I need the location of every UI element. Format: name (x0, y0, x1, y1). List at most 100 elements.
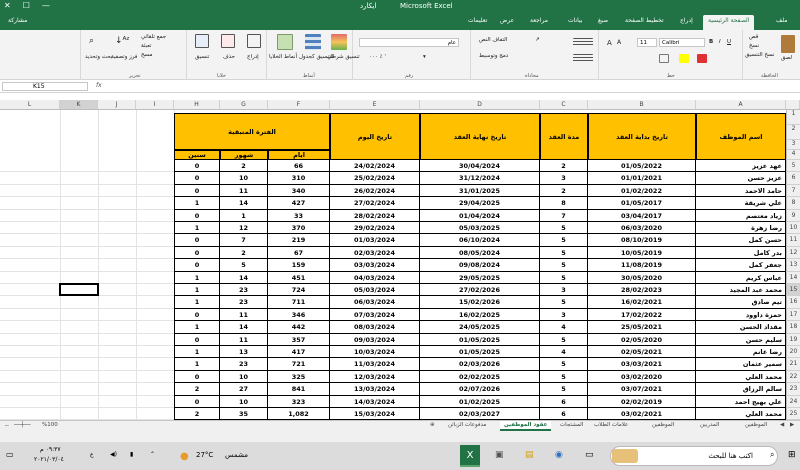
cell-end-date[interactable]: 01/02/2025 (420, 395, 540, 408)
row-header[interactable]: 6 (786, 172, 800, 185)
col-header-f[interactable]: F (268, 100, 330, 110)
cell-days[interactable]: 346 (268, 308, 330, 322)
row-header[interactable]: 4 (786, 150, 800, 160)
row-header[interactable]: 2 (786, 125, 800, 140)
cell-days[interactable]: 427 (268, 197, 330, 210)
cell-name[interactable]: علي بهيج احمد (696, 395, 786, 408)
cell-start-date[interactable]: 01/01/2021 (588, 172, 696, 185)
cell-end-date[interactable]: 01/04/2024 (420, 209, 540, 222)
cell-today[interactable]: 15/03/2024 (330, 408, 420, 420)
cell-start-date[interactable]: 02/05/2020 (588, 333, 696, 346)
cell-years[interactable]: 0 (174, 370, 220, 384)
cell-duration[interactable]: 6 (540, 395, 588, 408)
cell-today[interactable]: 02/03/2024 (330, 246, 420, 260)
header-today[interactable]: تاريخ اليوم (330, 113, 420, 160)
col-header-a[interactable]: A (696, 100, 786, 110)
cell-today[interactable]: 28/02/2024 (330, 209, 420, 222)
file-explorer-icon[interactable]: ▤ (525, 450, 534, 460)
fx-icon[interactable]: fx (96, 82, 102, 89)
add-sheet-icon[interactable]: ⊕ (430, 422, 435, 428)
volume-icon[interactable]: ◀) (110, 451, 117, 458)
cell-today[interactable]: 14/03/2024 (330, 395, 420, 408)
cell-years[interactable]: 0 (174, 184, 220, 198)
orientation-icon[interactable]: ↗ (535, 37, 540, 43)
format-painter-button[interactable]: نسخ التنسيق (745, 52, 774, 58)
cell-start-date[interactable]: 01/02/2022 (588, 184, 696, 198)
cell-today[interactable]: 04/03/2024 (330, 271, 420, 284)
format-cells-icon[interactable] (195, 34, 209, 48)
tab-insert[interactable]: إدراج (680, 17, 693, 24)
cell-years[interactable]: 0 (174, 395, 220, 408)
cell-duration[interactable]: 5 (540, 222, 588, 235)
row-header[interactable]: 15 (786, 284, 800, 297)
row-header[interactable]: 25 (786, 408, 800, 420)
cell-months[interactable]: 7 (220, 234, 268, 247)
clear-button[interactable]: مسح (141, 52, 152, 58)
row-header[interactable]: 20 (786, 346, 800, 359)
language-icon[interactable]: ع (90, 451, 94, 458)
cell-start-date[interactable]: 28/02/2023 (588, 284, 696, 297)
cell-name[interactable]: سليم حسن (696, 333, 786, 346)
col-header-h[interactable]: H (174, 100, 220, 110)
sheet-tab[interactable]: الموظفين (745, 422, 767, 428)
cell-duration[interactable]: 5 (540, 383, 588, 396)
cell-start-date[interactable]: 03/04/2017 (588, 209, 696, 222)
cell-months[interactable]: 2 (220, 246, 268, 260)
cell-today[interactable]: 12/03/2024 (330, 370, 420, 384)
sheet-tab-active[interactable]: عقود الموظفين (500, 421, 552, 431)
cell-today[interactable]: 01/03/2024 (330, 234, 420, 247)
sheet-tab[interactable]: المدربين (700, 422, 719, 428)
tab-page-layout[interactable]: تخطيط الصفحة (625, 17, 664, 24)
cell-end-date[interactable]: 02/03/2026 (420, 358, 540, 371)
cell-duration[interactable]: 7 (540, 209, 588, 222)
cell-years[interactable]: 0 (174, 172, 220, 185)
windows-start-icon[interactable]: ⊞ (788, 450, 796, 460)
cell-days[interactable]: 66 (268, 160, 330, 173)
cell-days[interactable]: 417 (268, 346, 330, 359)
cell-end-date[interactable]: 27/02/2026 (420, 284, 540, 297)
cell-years[interactable]: 0 (174, 209, 220, 222)
cell-months[interactable]: 11 (220, 333, 268, 346)
col-header-l[interactable]: L (0, 100, 60, 110)
cell-end-date[interactable]: 29/04/2025 (420, 197, 540, 210)
cell-months[interactable]: 10 (220, 395, 268, 408)
cell-end-date[interactable]: 15/02/2026 (420, 296, 540, 309)
minimize-icon[interactable]: — (42, 1, 50, 10)
notifications-icon[interactable]: ▭ (6, 450, 14, 459)
sheet-scroll-right-icon[interactable]: ▶ (790, 422, 794, 428)
col-header-c[interactable]: C (540, 100, 588, 110)
cell-years[interactable]: 1 (174, 222, 220, 235)
cell-days[interactable]: 724 (268, 284, 330, 297)
cell-months[interactable]: 13 (220, 346, 268, 359)
insert-button[interactable]: إدراج (247, 54, 259, 60)
header-end-date[interactable]: تاريخ نهاية العقد (420, 113, 540, 160)
cell-name[interactable]: رضا غانم (696, 346, 786, 359)
cell-start-date[interactable]: 02/02/2019 (588, 395, 696, 408)
cell-years[interactable]: 2 (174, 408, 220, 420)
cell-months[interactable]: 12 (220, 222, 268, 235)
task-view-icon[interactable]: ▭ (585, 450, 594, 460)
edge-icon[interactable]: ◉ (555, 450, 563, 460)
cell-today[interactable]: 13/03/2024 (330, 383, 420, 396)
paste-icon[interactable] (781, 35, 795, 53)
cut-button[interactable]: قص (749, 34, 758, 40)
cell-duration[interactable]: 2 (540, 184, 588, 198)
cell-duration[interactable]: 5 (540, 271, 588, 284)
row-header[interactable]: 13 (786, 259, 800, 272)
cell-start-date[interactable]: 03/02/2020 (588, 370, 696, 384)
row-header[interactable]: 21 (786, 358, 800, 371)
col-header-k[interactable]: K (60, 100, 98, 110)
zoom-out-icon[interactable]: － (4, 422, 10, 430)
name-box[interactable]: K15 (2, 82, 88, 91)
cell-start-date[interactable]: 02/05/2021 (588, 346, 696, 359)
cell-end-date[interactable]: 08/05/2024 (420, 246, 540, 260)
network-icon[interactable]: ▮ (130, 451, 133, 458)
header-years[interactable]: سنين (174, 150, 220, 160)
tab-view[interactable]: عرض (500, 17, 514, 24)
cell-months[interactable]: 1 (220, 209, 268, 222)
cell-months[interactable]: 14 (220, 321, 268, 334)
cell-duration[interactable]: 4 (540, 321, 588, 334)
row-header[interactable]: 5 (786, 160, 800, 173)
cell-start-date[interactable]: 08/10/2019 (588, 234, 696, 247)
cell-years[interactable]: 0 (174, 333, 220, 346)
